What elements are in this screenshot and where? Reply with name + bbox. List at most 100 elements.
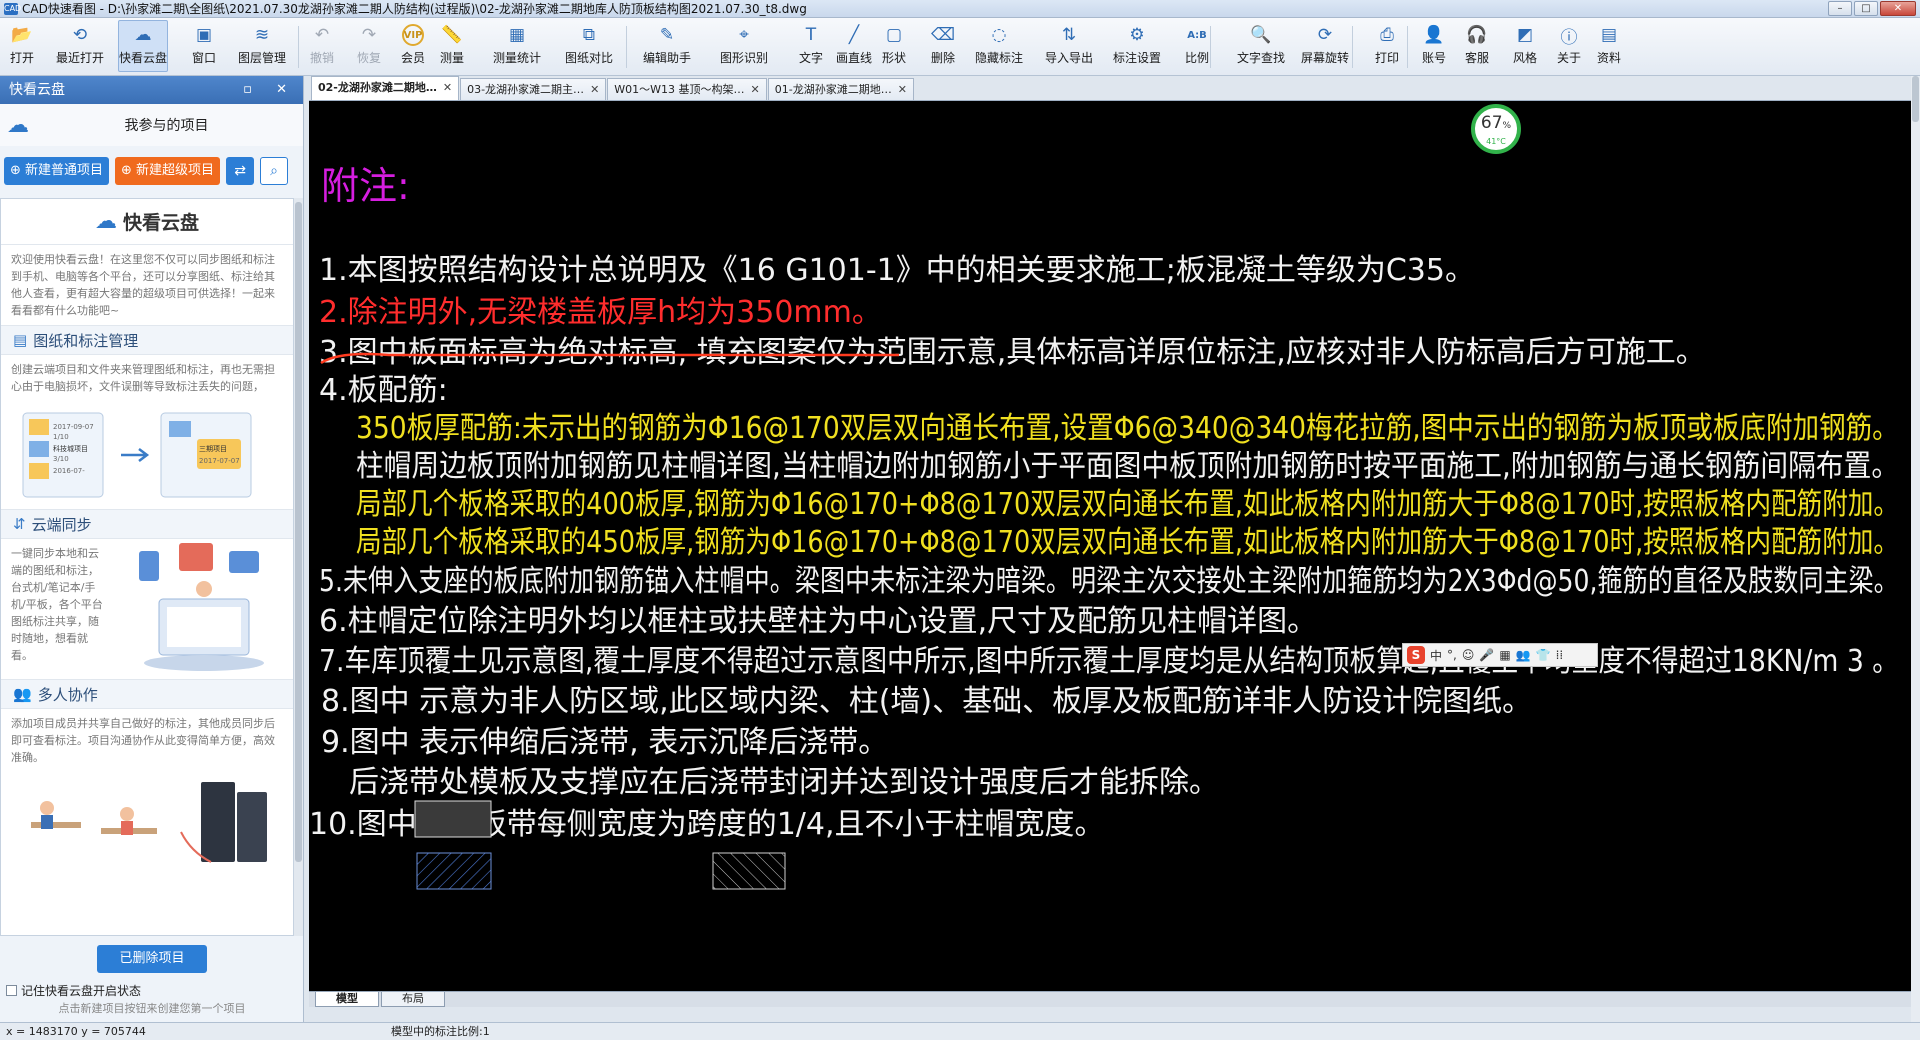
shape-icon: ▢ <box>885 25 903 45</box>
toolbar-undo-button[interactable]: ↶ 撤销 <box>310 24 334 72</box>
non-civil-defense-hatch <box>414 800 492 838</box>
toolbar-label: 隐藏标注 <box>975 51 1024 65</box>
vip-icon: VIP <box>402 24 424 46</box>
ime-item[interactable]: ⁞⁞ <box>1556 648 1564 662</box>
toolbar-annotation-settings-button[interactable]: ⚙ 标注设置 <box>1113 24 1161 72</box>
tab-layout[interactable]: 布局 <box>381 992 445 1007</box>
sidebar-header-buttons[interactable]: ▫ ✕ <box>243 76 297 104</box>
toolbar-info-button[interactable]: ⓘ 关于 <box>1557 24 1581 72</box>
toolbar-compare-button[interactable]: ⧉ 图纸对比 <box>565 24 613 72</box>
toolbar-measure-stats-button[interactable]: ▦ 测量统计 <box>493 24 541 72</box>
close-window-button[interactable]: ✕ <box>1880 1 1916 16</box>
sync-icon[interactable]: ⇄ <box>226 157 255 185</box>
minimize-button[interactable]: – <box>1828 1 1852 16</box>
toolbar-history-button[interactable]: ⟲ 最近打开 <box>56 24 104 72</box>
tab-document-4[interactable]: 01-龙湖孙家滩二期地… ✕ <box>767 78 914 100</box>
toolbar-label: 画直线 <box>836 51 873 65</box>
section-text: 创建云端项目和文件夹来管理图纸和标注，再也无需担心由于电脑损坏，文件误删等导致标… <box>11 363 275 393</box>
toolbar-text-button[interactable]: T 文字 <box>799 24 823 72</box>
toolbar-separator <box>626 26 627 68</box>
toolbar-ruler-button[interactable]: 📏 测量 <box>440 24 464 72</box>
text-icon: T <box>805 25 817 45</box>
redo-icon: ↷ <box>361 25 377 45</box>
tab-document-3[interactable]: W01～W13 基顶～构架… ✕ <box>607 78 767 100</box>
tab-document-1[interactable]: 02-龙湖孙家滩二期地… ✕ <box>311 76 460 100</box>
illus-count-1: 1/10 <box>53 433 69 441</box>
close-tab-icon[interactable]: ✕ <box>898 79 907 100</box>
new-super-project-button[interactable]: ⊕ 新建超级项目 <box>115 157 221 185</box>
new-normal-project-button[interactable]: ⊕ 新建普通项目 <box>4 157 110 185</box>
toolbar-text-search-button[interactable]: 🔍 文字查找 <box>1237 24 1285 72</box>
annotation-settings-icon: ⚙ <box>1129 25 1145 45</box>
toolbar-eraser-button[interactable]: ⌫ 删除 <box>931 24 955 72</box>
document-icon: ▤ <box>13 331 28 349</box>
toolbar-scale-button[interactable]: A:B 比例 <box>1185 24 1209 72</box>
window-icon: ▣ <box>195 25 213 45</box>
toolbar-label: 测量统计 <box>493 51 542 65</box>
sidebar-scrollbar[interactable] <box>294 198 303 936</box>
ime-item[interactable]: 中 <box>1430 647 1442 664</box>
toolbar-shape-recognize-button[interactable]: ⌖ 图形识别 <box>720 24 768 72</box>
toolbar-rotate-button[interactable]: ⟳ 屏幕旋转 <box>1301 24 1349 72</box>
checkbox-icon[interactable] <box>6 985 17 996</box>
ime-logo-icon[interactable]: S <box>1407 646 1425 664</box>
maximize-button[interactable]: □ <box>1854 1 1878 16</box>
ime-item[interactable]: 👕 <box>1536 648 1551 662</box>
cloud-logo-icon: ☁ <box>94 209 117 234</box>
toolbar-redo-button[interactable]: ↷ 恢复 <box>357 24 381 72</box>
toolbar-folder-button[interactable]: 📂 打开 <box>10 24 34 72</box>
toolbar-shape-button[interactable]: ▢ 形状 <box>882 24 906 72</box>
toolbar-print-button[interactable]: ⎙ 打印 <box>1375 24 1399 72</box>
toolbar-label: 导入导出 <box>1045 51 1094 65</box>
toolbar-label: 编辑助手 <box>643 51 692 65</box>
illus-count-2: 3/10 <box>53 455 69 463</box>
toolbar-label: 恢复 <box>357 51 382 65</box>
toolbar-docs-button[interactable]: ▤ 资料 <box>1597 24 1621 72</box>
illus-project-1: 科技城项目 <box>53 444 88 453</box>
section-text: 添加项目成员并共享自己做好的标注，其他成员同步后即可查看标注。项目沟通协作从此变… <box>11 717 275 764</box>
ime-item[interactable]: 🎤 <box>1479 648 1494 662</box>
close-tab-icon[interactable]: ✕ <box>751 79 760 100</box>
tab-model[interactable]: 模型 <box>315 992 379 1007</box>
remember-state-checkbox[interactable]: 记住快看云盘开启状态 <box>6 982 141 999</box>
section-title: 云端同步 <box>31 515 92 534</box>
toolbar-label: 删除 <box>931 51 956 65</box>
tab-document-2[interactable]: 03-龙湖孙家滩二期主… ✕ <box>460 78 607 100</box>
toolbar-account-button[interactable]: 👤 账号 <box>1422 24 1446 72</box>
toolbar-label: 图层管理 <box>238 51 287 65</box>
toolbar-cloud-button[interactable]: ☁ 快看云盘 <box>118 20 169 72</box>
scrollbar-thumb[interactable] <box>295 202 302 862</box>
cloud-sync-content: 一键同步本地和云端的图纸和标注，台式机/笔记本/手机/平板，各个平台图纸标注共享… <box>1 539 293 679</box>
ime-item[interactable]: °, <box>1447 648 1457 662</box>
toolbar-service-button[interactable]: 🎧 客服 <box>1465 24 1489 72</box>
illus-date-2: 2016-07- <box>53 467 85 475</box>
ime-item[interactable]: ☺ <box>1462 648 1475 662</box>
toolbar-hide-button[interactable]: ◌ 隐藏标注 <box>975 24 1023 72</box>
search-icon[interactable]: ⌕ <box>260 157 289 185</box>
close-tab-icon[interactable]: ✕ <box>443 77 452 100</box>
close-tab-icon[interactable]: ✕ <box>590 79 599 100</box>
toolbar-style-button[interactable]: ◩ 风格 <box>1513 24 1537 72</box>
toolbar-line-button[interactable]: ╱ 画直线 <box>836 24 872 72</box>
deleted-projects-button[interactable]: 已删除项目 <box>97 945 207 973</box>
layout-tabs: 模型 布局 <box>309 991 1911 1007</box>
toolbar-edit-helper-button[interactable]: ✎ 编辑助手 <box>643 24 691 72</box>
toolbar-import-export-button[interactable]: ⇅ 导入导出 <box>1045 24 1093 72</box>
toolbar-window-button[interactable]: ▣ 窗口 <box>192 24 216 72</box>
performance-gauge[interactable]: 67% 41°C <box>1471 104 1521 154</box>
toolbar-layers-button[interactable]: ≋ 图层管理 <box>238 24 286 72</box>
users-icon: 👥 <box>13 685 32 703</box>
ime-item[interactable]: 👥 <box>1516 648 1531 662</box>
import-export-icon: ⇅ <box>1061 25 1077 45</box>
toolbar-label: 风格 <box>1513 51 1538 65</box>
drawing-canvas[interactable]: 附注: 1.本图按照结构设计总说明及《16 G101-1》中的相关要求施工;板混… <box>309 101 1911 991</box>
remember-label: 记住快看云盘开启状态 <box>21 984 142 998</box>
scrollbar-thumb[interactable] <box>1912 76 1919 122</box>
canvas-scrollbar[interactable] <box>1911 76 1920 1022</box>
red-underline-markup <box>320 352 899 365</box>
my-projects-heading[interactable]: 我参与的项目 <box>0 115 303 135</box>
toolbar-vip-button[interactable]: VIP 会员 <box>401 24 425 72</box>
create-project-hint: 点击新建项目按钮来创建您第一个项目 <box>58 1002 246 1015</box>
ime-item[interactable]: ▦ <box>1499 648 1510 662</box>
ime-toolbar[interactable]: S 中 °, ☺ 🎤 ▦ 👥 👕 ⁞⁞ <box>1402 643 1598 667</box>
